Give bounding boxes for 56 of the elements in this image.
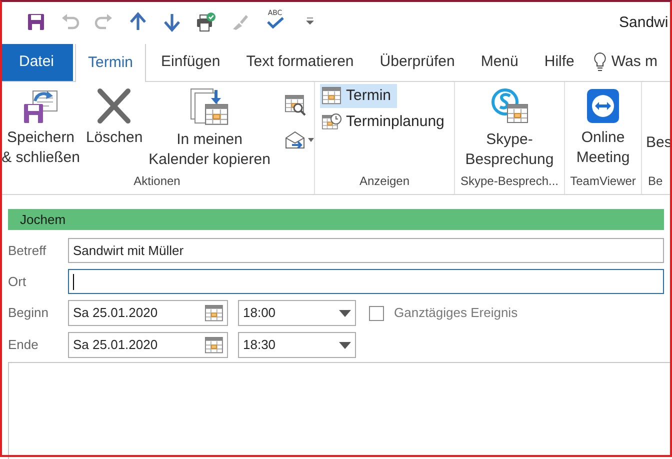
envelope-forward-icon[interactable] [284, 130, 306, 150]
checkmark-icon[interactable] [265, 17, 285, 31]
arrow-down-icon[interactable] [162, 12, 182, 32]
ribbon-tab[interactable]: Text formatieren [234, 43, 366, 81]
group-label: TeamViewer [569, 173, 637, 190]
save-close-icon[interactable] [22, 88, 59, 124]
calendar-icon[interactable] [205, 336, 223, 354]
calendar-icon[interactable] [205, 304, 223, 322]
body-editor[interactable] [8, 362, 672, 459]
field-label: Ort [8, 272, 28, 291]
calendar-icon[interactable] [322, 87, 342, 105]
save-close-button[interactable]: Speichern & schließen [0, 82, 82, 168]
lightbulb-icon[interactable] [593, 52, 608, 72]
delete-x-icon[interactable] [96, 88, 132, 124]
time-dropdown[interactable]: 18:00 [238, 300, 356, 326]
skype-calendar-icon[interactable] [490, 88, 528, 126]
date-field[interactable]: Sa 25.01.2020 [68, 332, 228, 358]
calendar-clock-icon[interactable] [322, 113, 342, 131]
tell-me-button[interactable]: Was m [587, 43, 658, 81]
delete-button[interactable]: Löschen [84, 82, 145, 148]
ribbon-tab[interactable]: Überprüfen [368, 43, 467, 81]
window-title: Sandwi [619, 13, 668, 33]
view-toggle[interactable]: Terminplanung [320, 110, 450, 134]
copy-to-calendar-icon[interactable] [190, 88, 230, 126]
checkbox-label: Ganztägiges Ereignis [394, 304, 518, 322]
copy-to-calendar-button[interactable]: In meinen Kalender kopieren [146, 82, 272, 170]
calendar-search-icon[interactable] [284, 94, 306, 116]
field-label: Ende [8, 336, 40, 354]
online-meeting-button[interactable]: Online Meeting [566, 82, 640, 168]
ribbon-tab[interactable]: Menü [468, 43, 530, 81]
subject-field[interactable]: Sandwirt mit Müller [68, 238, 664, 263]
field-label: Beginn [8, 304, 50, 322]
date-field[interactable]: Sa 25.01.2020 [68, 300, 228, 326]
ribbon-tab[interactable]: Einfügen [149, 43, 232, 81]
printer-icon[interactable] [196, 12, 216, 32]
file-tab[interactable]: Datei [0, 43, 73, 81]
group-label: Skype-Besprech... [459, 173, 560, 190]
time-dropdown[interactable]: 18:30 [238, 332, 356, 358]
group-label: Aktionen [132, 173, 182, 190]
group-label: Anzeigen [358, 173, 411, 190]
all-day-checkbox[interactable] [369, 306, 384, 320]
forward-dropdown-button[interactable] [284, 130, 314, 150]
dropdown-arrow-icon[interactable] [339, 342, 351, 348]
dropdown-arrow-icon[interactable] [339, 310, 351, 316]
save-icon[interactable] [26, 12, 46, 32]
group-label: Be [647, 173, 664, 190]
ribbon-button[interactable]: Bes [646, 132, 672, 154]
caret-icon[interactable] [308, 138, 314, 142]
ribbon-tab[interactable]: Hilfe [532, 43, 586, 81]
location-field[interactable] [68, 269, 664, 294]
field-label: Betreff [8, 242, 48, 260]
organizer-bar: Jochem [8, 209, 664, 230]
arrow-up-icon[interactable] [128, 12, 148, 32]
ribbon-tab[interactable]: Termin [75, 43, 146, 82]
view-toggle[interactable]: Termin [320, 84, 398, 108]
skype-meeting-button[interactable]: Skype- Besprechung [457, 82, 562, 170]
